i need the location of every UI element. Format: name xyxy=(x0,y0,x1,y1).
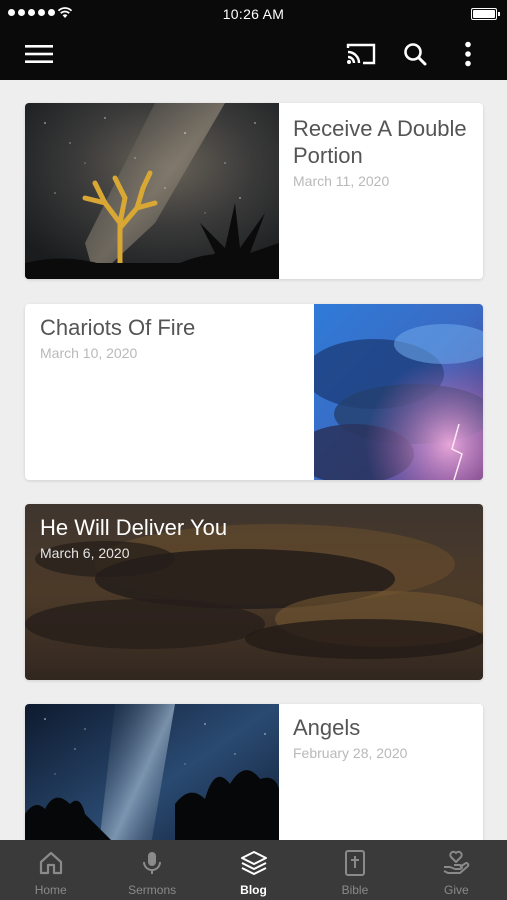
post-title: Receive A Double Portion xyxy=(293,116,467,168)
nav-item-blog[interactable]: Blog xyxy=(203,840,304,900)
nav-item-sermons[interactable]: Sermons xyxy=(101,840,202,900)
post-date: March 10, 2020 xyxy=(40,345,138,361)
post-title: Chariots Of Fire xyxy=(40,315,196,340)
blog-post-card[interactable]: Angels February 28, 2020 xyxy=(25,704,483,840)
battery-icon xyxy=(471,8,500,20)
nav-label: Sermons xyxy=(128,883,177,897)
bottom-nav: Home Sermons Blog Bible Give xyxy=(0,840,507,900)
blog-list: Receive A Double Portion March 11, 2020 … xyxy=(0,80,507,840)
blog-post-card[interactable]: He Will Deliver You March 6, 2020 xyxy=(25,504,483,680)
more-vertical-icon xyxy=(465,41,471,67)
menu-icon xyxy=(25,45,53,63)
menu-button[interactable] xyxy=(20,28,58,80)
status-time: 10:26 AM xyxy=(222,6,285,22)
cast-icon xyxy=(346,43,376,65)
post-text: Angels February 28, 2020 xyxy=(293,714,473,761)
post-text: Receive A Double Portion March 11, 2020 xyxy=(293,115,473,189)
post-text: He Will Deliver You March 6, 2020 xyxy=(40,514,460,561)
nav-label: Give xyxy=(443,883,469,897)
status-bar: 10:26 AM xyxy=(0,0,507,28)
bible-icon xyxy=(341,849,369,877)
more-options-button[interactable] xyxy=(452,28,484,80)
nav-item-bible[interactable]: Bible xyxy=(304,840,405,900)
nav-label: Blog xyxy=(240,883,267,897)
give-hand-heart-icon xyxy=(442,849,470,877)
nav-item-home[interactable]: Home xyxy=(0,840,101,900)
microphone-icon xyxy=(138,849,166,877)
blog-post-card[interactable]: Chariots Of Fire March 10, 2020 xyxy=(25,304,483,480)
cast-button[interactable] xyxy=(340,28,382,80)
post-title: Angels xyxy=(293,715,361,740)
post-date: March 11, 2020 xyxy=(293,173,390,189)
nav-item-give[interactable]: Give xyxy=(406,840,507,900)
home-icon xyxy=(37,849,65,877)
search-button[interactable] xyxy=(396,28,434,80)
post-date: February 28, 2020 xyxy=(293,745,408,761)
post-date: March 6, 2020 xyxy=(40,545,130,561)
layers-icon xyxy=(240,849,268,877)
post-image xyxy=(25,704,279,840)
nav-label: Home xyxy=(34,883,67,897)
post-image xyxy=(25,103,279,279)
post-image xyxy=(314,304,483,480)
blog-post-card[interactable]: Receive A Double Portion March 11, 2020 xyxy=(25,103,483,279)
app-bar xyxy=(0,28,507,80)
nav-label: Bible xyxy=(341,883,369,897)
search-icon xyxy=(404,43,427,66)
post-text: Chariots Of Fire March 10, 2020 xyxy=(40,314,300,361)
post-title: He Will Deliver You xyxy=(40,515,228,540)
